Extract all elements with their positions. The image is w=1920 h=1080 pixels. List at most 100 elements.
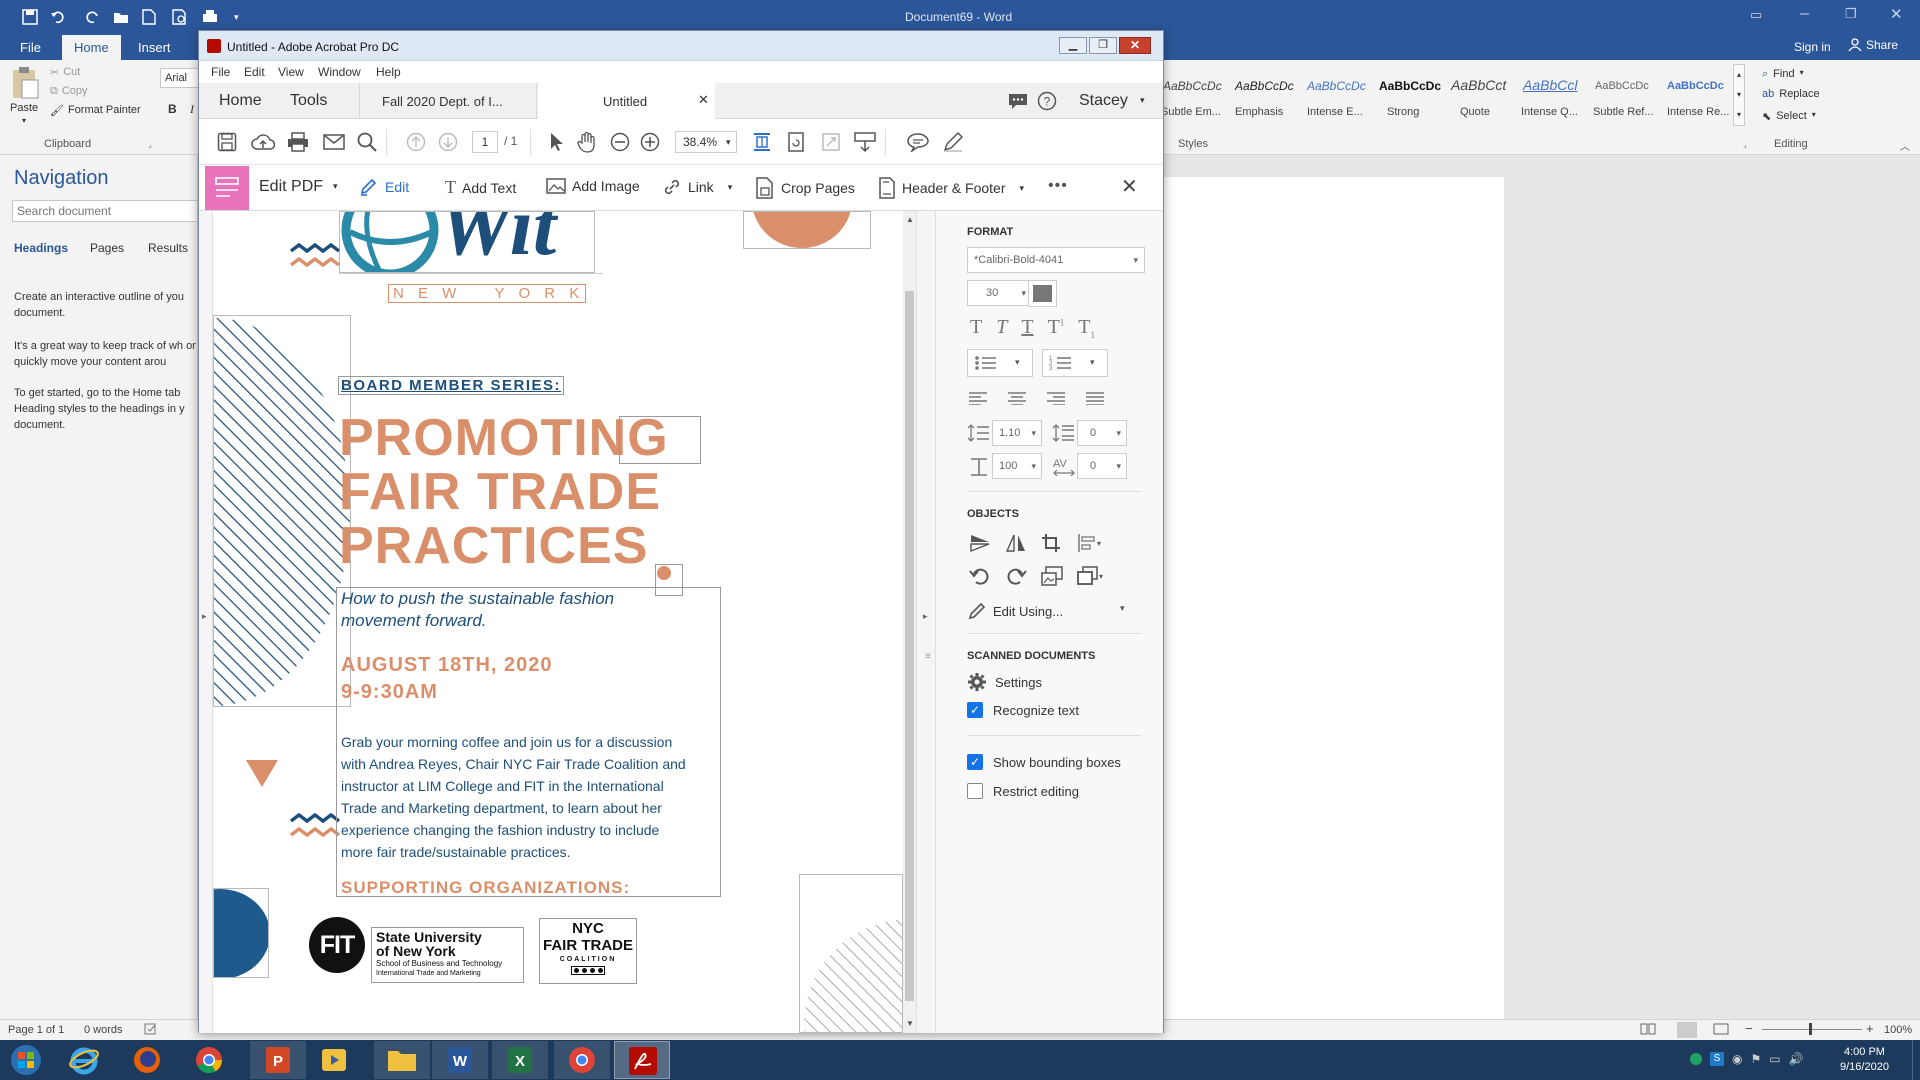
proofing-icon[interactable] — [144, 1023, 158, 1035]
crop-pages-button[interactable]: Crop Pages — [755, 177, 855, 199]
upload-cloud-icon[interactable] — [251, 132, 275, 152]
pdf-scrollbar[interactable]: ▲ ▼ — [903, 211, 916, 1033]
character-spacing-dropdown[interactable]: 0 ▾ — [1077, 453, 1127, 479]
style-intense-reference[interactable]: AaBbCcDc — [1667, 80, 1724, 92]
tab-insert[interactable]: Insert — [126, 35, 183, 60]
menu-help[interactable]: Help — [376, 65, 401, 79]
comment-icon[interactable] — [907, 132, 929, 152]
word-restore-button[interactable]: ❐ — [1845, 6, 1857, 22]
word-close-button[interactable]: ✕ — [1890, 5, 1903, 23]
excel-taskbar-button[interactable]: X — [492, 1041, 548, 1079]
word-taskbar-button[interactable]: W — [432, 1041, 488, 1079]
add-text-button[interactable]: T Add Text — [445, 177, 516, 198]
show-bounding-boxes-option[interactable]: ✓ Show bounding boxes — [967, 754, 1121, 770]
zoom-out-button[interactable]: − — [1745, 1021, 1753, 1036]
help-icon[interactable]: ? — [1037, 91, 1057, 111]
full-screen-icon[interactable] — [821, 131, 841, 153]
quick-access-icon[interactable] — [202, 9, 220, 25]
search-document-input[interactable] — [12, 200, 198, 222]
right-pane-splitter[interactable]: ▸ ≡ — [916, 211, 936, 1033]
save-icon[interactable] — [22, 9, 38, 25]
word-minimize-button[interactable]: – — [1800, 5, 1809, 23]
edit-button[interactable]: Edit — [359, 177, 409, 197]
paste-label[interactable]: Paste — [10, 102, 38, 114]
chrome-icon[interactable] — [193, 1044, 225, 1076]
tab-home[interactable]: Home — [219, 92, 262, 110]
powerpoint-taskbar-button[interactable]: P — [250, 1041, 306, 1079]
close-tab-icon[interactable]: ✕ — [698, 92, 709, 108]
justify-icon[interactable] — [1085, 391, 1105, 405]
file-explorer-taskbar-button[interactable] — [374, 1041, 430, 1079]
fit-page-icon[interactable] — [752, 131, 772, 153]
board-member-series-heading[interactable]: BOARD MEMBER SERIES: — [338, 376, 565, 395]
navy-semicircle-shape[interactable] — [213, 888, 269, 978]
horizontal-scale-dropdown[interactable]: 100 ▾ — [992, 453, 1042, 479]
word-count[interactable]: 0 words — [84, 1024, 123, 1036]
link-button[interactable]: Link ▾ — [662, 177, 732, 197]
add-image-button[interactable]: Add Image — [546, 177, 640, 195]
acrobat-taskbar-button[interactable] — [614, 1041, 670, 1079]
undo-icon[interactable] — [50, 9, 66, 25]
subscript-icon[interactable]: T1 — [1078, 316, 1095, 340]
zoom-slider[interactable] — [1762, 1029, 1862, 1030]
numbered-list-dropdown[interactable]: 123 ▾ — [1042, 349, 1108, 377]
zoom-in-button[interactable]: + — [1866, 1021, 1874, 1036]
replace-image-icon[interactable] — [1041, 566, 1063, 586]
read-mode-icon[interactable] — [1640, 1023, 1656, 1035]
edit-pdf-menu[interactable]: Edit PDF — [259, 178, 323, 196]
replace-button[interactable]: ab Replace — [1762, 88, 1820, 100]
network-icon[interactable]: ▭ — [1769, 1052, 1780, 1066]
font-size-dropdown[interactable]: 30 ▾ — [967, 280, 1033, 306]
bold-button[interactable]: B — [168, 102, 177, 116]
menu-file[interactable]: File — [211, 65, 230, 79]
line-spacing-dropdown[interactable]: 1.10 ▾ — [992, 420, 1042, 446]
skype-icon[interactable]: S — [1710, 1052, 1724, 1066]
font-color-picker[interactable] — [1028, 280, 1057, 307]
previous-page-icon[interactable] — [406, 132, 426, 152]
hatched-semicircle-shape[interactable] — [213, 315, 351, 707]
text-italic-icon[interactable]: T — [996, 316, 1007, 340]
next-page-icon[interactable] — [438, 132, 458, 152]
zoom-in-icon[interactable] — [640, 132, 660, 152]
media-player-icon[interactable] — [318, 1044, 350, 1076]
header-footer-button[interactable]: Header & Footer ▾ — [878, 177, 1024, 199]
chrome-taskbar-button[interactable] — [554, 1041, 610, 1079]
text-underline-icon[interactable]: T — [1021, 316, 1033, 340]
share-button[interactable]: Share — [1848, 38, 1898, 52]
save-icon[interactable] — [217, 132, 237, 152]
page-number-input[interactable]: 1 — [472, 131, 498, 153]
nyc-fair-trade-logo[interactable]: NYC FAIR TRADE COALITION — [539, 918, 637, 984]
tab-tools[interactable]: Tools — [290, 92, 327, 110]
open-icon[interactable] — [113, 9, 129, 25]
email-icon[interactable] — [323, 134, 345, 150]
redo-icon[interactable] — [84, 9, 100, 25]
superscript-icon[interactable]: T1 — [1048, 316, 1065, 340]
scroll-up-icon[interactable]: ▲ — [906, 215, 914, 224]
paste-dropdown-icon[interactable]: ▾ — [22, 116, 26, 125]
menu-edit[interactable]: Edit — [244, 65, 265, 79]
edit-pdf-tool-icon[interactable] — [205, 166, 249, 210]
font-name-box[interactable]: Arial — [160, 68, 200, 88]
styles-launcher-icon[interactable]: ⌟ — [1743, 140, 1747, 149]
sign-in-link[interactable]: Sign in — [1794, 40, 1831, 54]
style-subtle-emphasis[interactable]: AaBbCcDc — [1163, 79, 1222, 93]
scroll-down-icon[interactable]: ▼ — [906, 1019, 914, 1028]
suny-logo[interactable]: State University of New York School of B… — [371, 927, 524, 983]
fit-logo[interactable]: FIT — [309, 917, 365, 973]
style-subtle-reference[interactable]: AaBbCcDc — [1595, 80, 1649, 92]
scroll-mode-icon[interactable] — [854, 131, 876, 153]
select-cursor-icon[interactable] — [548, 132, 566, 152]
more-options-icon[interactable]: ••• — [1048, 177, 1068, 195]
internet-explorer-icon[interactable] — [68, 1044, 100, 1076]
restrict-editing-option[interactable]: Restrict editing — [967, 783, 1079, 799]
start-button[interactable] — [8, 1043, 44, 1077]
arrange-objects-button[interactable]: ▾ — [1077, 566, 1103, 586]
scan-settings-button[interactable]: Settings — [967, 672, 1042, 692]
zoom-level[interactable]: 100% — [1884, 1024, 1912, 1036]
restrict-editing-checkbox[interactable] — [967, 783, 983, 799]
font-family-dropdown[interactable]: *Calibri-Bold-4041 ▾ — [967, 247, 1145, 273]
wit-logo[interactable]: Wit — [339, 211, 595, 273]
style-quote[interactable]: AaBbCct — [1451, 77, 1506, 93]
new-document-icon[interactable] — [142, 9, 156, 25]
comment-bubble-icon[interactable] — [1007, 91, 1029, 111]
